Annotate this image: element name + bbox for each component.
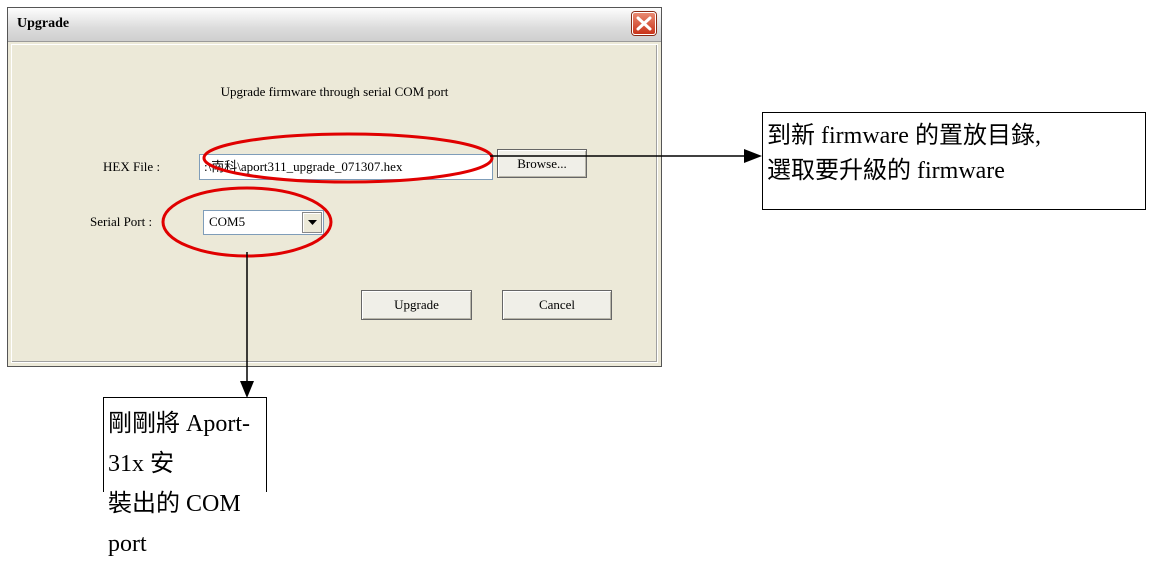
cancel-button[interactable]: Cancel (502, 290, 612, 320)
hex-file-label: HEX File : (103, 159, 161, 174)
dialog-heading: Upgrade firmware through serial COM port (220, 84, 449, 99)
title-bar[interactable]: Upgrade (8, 8, 661, 42)
com-port-callout-line1: 剛剛將 Aport-31x 安 (108, 411, 250, 477)
upgrade-button[interactable]: Upgrade (361, 290, 472, 320)
hex-file-input[interactable]: :\南科\aport311_upgrade_071307.hex (199, 154, 493, 180)
com-port-callout: 剛剛將 Aport-31x 安 裝出的 COM port (103, 397, 267, 557)
serial-port-dropdown-button[interactable] (302, 212, 322, 233)
close-button[interactable] (632, 12, 656, 35)
firmware-callout-line1: 到新 firmware 的置放目錄, (767, 123, 1041, 149)
upgrade-dialog: Upgrade Upgrade firmware through serial … (7, 7, 662, 367)
dialog-title: Upgrade (17, 16, 70, 31)
close-icon (636, 16, 652, 31)
firmware-callout-line2: 選取要升級的 firmware (767, 158, 1005, 184)
com-port-callout-line2: 裝出的 COM port (108, 491, 241, 557)
serial-port-select[interactable]: COM5 (203, 210, 324, 235)
serial-port-label: Serial Port : (90, 214, 153, 229)
firmware-callout: 到新 firmware 的置放目錄, 選取要升級的 firmware (762, 112, 1146, 210)
bottom-arrowhead-icon (240, 381, 254, 398)
browse-button[interactable]: Browse... (497, 149, 587, 178)
right-arrowhead-icon (744, 149, 762, 163)
serial-port-value: COM5 (209, 214, 246, 229)
dropdown-arrow-icon (308, 220, 317, 225)
